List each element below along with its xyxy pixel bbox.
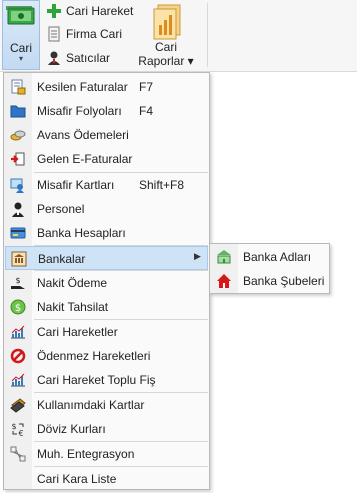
submenu-item-label: Banka Adları	[243, 250, 312, 264]
invoice-lock-icon	[11, 79, 26, 95]
menu-item-label: Banka Hesapları	[37, 226, 126, 240]
menu-item-label-text: Nakit Ödeme	[37, 276, 108, 290]
menu-item-label: Ödenmez Hareketleri	[37, 349, 151, 363]
dollar-coin-icon: $	[10, 299, 26, 315]
card-stack-icon	[10, 398, 26, 413]
cari-raporlar-button[interactable]: Cari Raporlar ▾	[136, 0, 196, 70]
prohibited-icon	[10, 348, 26, 364]
cari-hareket-button[interactable]: Cari Hareket	[46, 2, 133, 20]
menu-item-doviz-kurlari[interactable]: $ € Döviz Kurları	[5, 417, 208, 441]
menu-item-gelen-e-faturalar[interactable]: Gelen E-Faturalar	[5, 147, 208, 171]
menu-item-kullanimdaki-kartlar[interactable]: Kullanımdaki Kartlar	[5, 393, 208, 417]
ribbon: Cari ▾ Cari Hareket Firma Cari Satıcılar…	[0, 0, 357, 72]
menu-item-cari-hareket-toplu-fis[interactable]: Cari Hareket Toplu Fiş	[5, 368, 208, 392]
menu-item-cari-kara-liste[interactable]: Cari Kara Liste	[5, 467, 208, 491]
menu-item-label: Cari Kara Liste	[37, 472, 117, 486]
cari-raporlar-label-2: Raporlar ▾	[138, 54, 194, 68]
salesperson-icon	[48, 51, 60, 65]
menu-item-label: Avans Ödemeleri	[37, 128, 129, 142]
svg-text:$: $	[15, 276, 20, 285]
bank-card-icon	[10, 227, 26, 239]
folder-icon	[10, 105, 26, 118]
menu-item-label: Cari Hareket Toplu Fiş	[37, 373, 156, 387]
menu-item-avans-odemeleri[interactable]: Avans Ödemeleri	[5, 123, 208, 147]
person-icon	[12, 202, 24, 217]
menu-item-label: Nakit Tahsilat	[37, 300, 109, 314]
menu-item-bankalar[interactable]: Bankalar ▶	[5, 246, 208, 270]
cari-icon	[6, 6, 35, 25]
menu-item-nakit-odeme[interactable]: $ Nakit Ödeme	[5, 271, 208, 295]
menu-item-label: Personel	[37, 202, 85, 216]
bar-chart-icon	[11, 373, 25, 387]
menu-item-odenmez-hareketleri[interactable]: Ödenmez Hareketleri	[5, 344, 208, 368]
currency-exchange-icon: $ €	[11, 422, 23, 437]
menu-item-nakit-tahsilat[interactable]: $ Nakit Tahsilat	[5, 295, 208, 319]
cari-dropdown-menu: Kesilen Faturalar F7 Misafir Folyoları F…	[3, 72, 210, 490]
menu-item-shortcut: F4	[139, 104, 154, 118]
report-chart-icon	[153, 4, 181, 40]
cari-hareket-label: Cari Hareket	[66, 4, 134, 18]
cash-payment-icon: $	[11, 276, 25, 289]
menu-item-label: Cari Hareketler	[37, 325, 118, 339]
menu-item-shortcut: F7	[139, 80, 154, 94]
bank-building-icon	[217, 250, 231, 264]
submenu-arrow-icon: ▶	[194, 251, 201, 261]
menu-item-kesilen-faturalar[interactable]: Kesilen Faturalar F7	[5, 75, 208, 99]
svg-text:€: €	[18, 429, 23, 437]
submenu-item-label: Banka Şubeleri	[243, 274, 325, 288]
menu-item-misafir-kartlari[interactable]: Misafir Kartları Shift+F8	[5, 173, 208, 197]
menu-item-label: Misafir Folyoları	[37, 104, 122, 118]
svg-text:$: $	[15, 303, 21, 314]
submenu-item-banka-subeleri[interactable]: Banka Şubeleri	[211, 269, 329, 293]
document-icon	[48, 26, 60, 42]
svg-text:$: $	[11, 422, 16, 431]
home-icon	[217, 274, 231, 288]
bar-chart-icon	[11, 325, 25, 339]
menu-item-misafir-folyolari[interactable]: Misafir Folyoları F4	[5, 99, 208, 123]
submenu-item-banka-adlari[interactable]: Banka Adları	[211, 245, 329, 269]
guest-card-icon	[10, 178, 24, 193]
ribbon-separator	[207, 3, 208, 67]
menu-item-label: Muh. Entegrasyon	[37, 447, 135, 461]
menu-item-banka-hesaplari[interactable]: Banka Hesapları	[5, 221, 208, 245]
menu-item-shortcut: Shift+F8	[139, 178, 185, 192]
menu-item-label: Gelen E-Faturalar	[37, 152, 133, 166]
bankalar-submenu: Banka Adları Banka Şubeleri	[209, 243, 330, 294]
saticilar-label: Satıcılar	[66, 51, 111, 65]
menu-item-label: Kesilen Faturalar	[37, 80, 128, 94]
menu-item-label: Döviz Kurları	[37, 422, 106, 436]
menu-item-personel[interactable]: Personel	[5, 197, 208, 221]
menu-item-label: Kullanımdaki Kartlar	[37, 398, 145, 412]
plus-icon	[47, 4, 61, 18]
inbox-arrow-icon	[11, 152, 25, 166]
cari-menu-button[interactable]: Cari ▾	[2, 0, 40, 70]
chevron-down-icon: ▾	[18, 54, 23, 63]
menu-item-muh-entegrasyon[interactable]: Muh. Entegrasyon	[5, 442, 208, 466]
coins-icon	[10, 130, 26, 141]
saticilar-button[interactable]: Satıcılar	[46, 49, 110, 67]
menu-item-label: Misafir Kartları	[37, 178, 115, 192]
menu-item-label: Bankalar	[38, 252, 86, 266]
network-icon	[10, 446, 26, 462]
cari-raporlar-label-1: Cari	[154, 40, 177, 54]
menu-item-cari-hareketler[interactable]: Cari Hareketler	[5, 320, 208, 344]
firma-cari-button[interactable]: Firma Cari	[46, 25, 122, 43]
firma-cari-label: Firma Cari	[66, 27, 122, 41]
cari-label: Cari	[9, 41, 32, 55]
bank-icon	[11, 251, 27, 267]
menu-item-label: Nakit Ödeme	[37, 276, 107, 290]
